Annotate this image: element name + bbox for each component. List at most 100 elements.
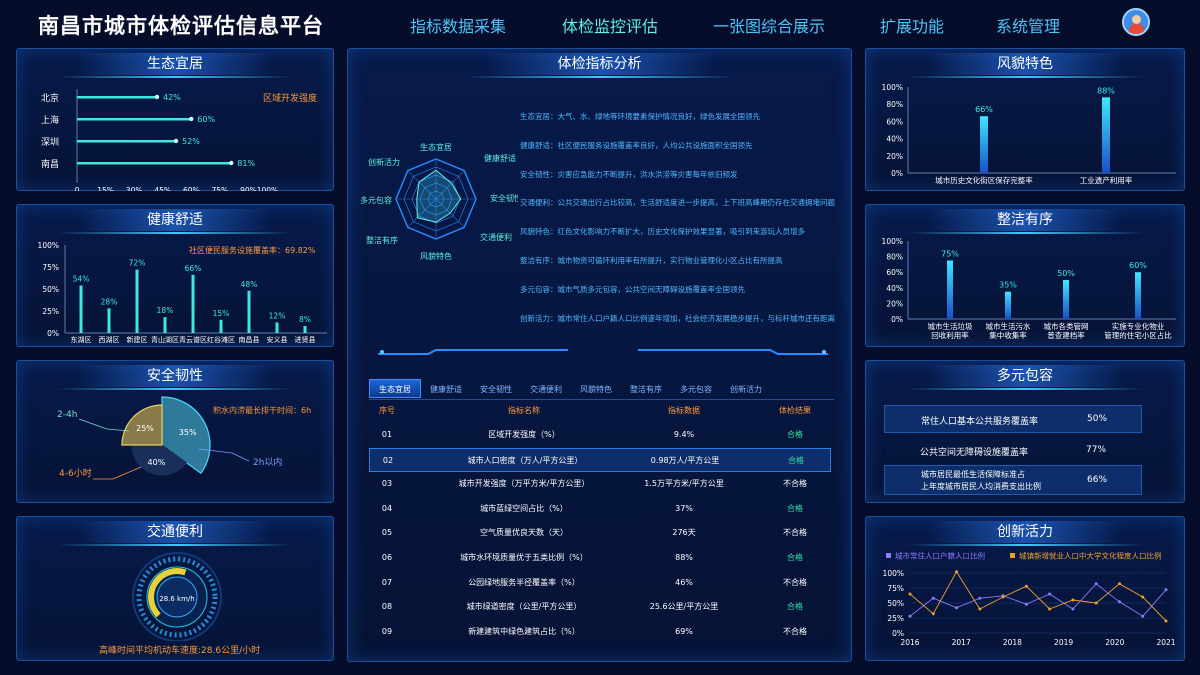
tick-label: 90% bbox=[240, 186, 257, 191]
analysis-item: 多元包容：城市气质多元包容，公共空间无障碍设施覆盖率全国领先 bbox=[520, 284, 745, 295]
table-cell: 城市蓝绿空间占比（%） bbox=[480, 503, 568, 513]
nav-item-system[interactable]: 系统管理 bbox=[996, 13, 1060, 37]
diverse-value: 50% bbox=[1087, 414, 1108, 424]
tick-label: 15% bbox=[97, 186, 114, 191]
eco-bar-chart: 北京 42% 上海 60% 深圳 52% 南昌 81% 0 15% 30% 45% 60% 75% 90% 1… bbox=[41, 89, 278, 191]
tick-label: 30% bbox=[126, 186, 143, 191]
value-label: 48% bbox=[241, 280, 258, 289]
tab-6[interactable]: 整洁有序 bbox=[621, 380, 671, 399]
leader-line bbox=[78, 418, 130, 432]
bar bbox=[275, 322, 279, 333]
value-label: 18% bbox=[157, 306, 174, 315]
bar-end-dot bbox=[154, 94, 160, 100]
tab-4[interactable]: 交通便利 bbox=[521, 380, 571, 399]
table-row[interactable]: 01 区域开发强度（%） 9.4% 合格 bbox=[369, 423, 831, 447]
table-cell: 城市人口密度（万人/平方公里） bbox=[467, 455, 583, 465]
decor-divider bbox=[378, 349, 828, 355]
series-point bbox=[955, 570, 959, 574]
tick-label: 0% bbox=[47, 329, 59, 338]
tab-3[interactable]: 安全韧性 bbox=[471, 380, 521, 399]
tab-7[interactable]: 多元包容 bbox=[671, 380, 721, 399]
value-label: 8% bbox=[299, 315, 311, 324]
category-label: 西湖区 bbox=[99, 335, 120, 344]
panel-innov: 创新活力 城市常住人口户籍人口比例 城镇新增就业人口中大学文化程度人口比例 100%… bbox=[865, 516, 1185, 661]
nav-item-data-collection[interactable]: 指标数据采集 bbox=[410, 13, 506, 37]
analysis-item: 创新活力：城市常住人口户籍人口比例逐年增加，社会经济发展稳步提升，与标杆城市还有… bbox=[520, 313, 835, 324]
category-label: 南昌 bbox=[41, 158, 59, 170]
tick-label: 75% bbox=[42, 263, 59, 272]
table-row[interactable]: 05 空气质量优良天数（天） 276天 不合格 bbox=[369, 521, 831, 545]
panel-title: 健康舒适 bbox=[57, 209, 293, 234]
nav-item-extensions[interactable]: 扩展功能 bbox=[880, 13, 944, 37]
table-row[interactable]: 03 城市开发强度（万平方米/平方公里） 1.5万平方米/平方公里 不合格 bbox=[369, 472, 831, 496]
health-bar-chart: 100% 75% 50% 25% 0% 54% 东湖区 28% 西湖区 72% 新建区 18% 青山湖区… bbox=[38, 241, 327, 344]
indicator-tabs: 生态宜居 健康舒适 安全韧性 交通便利 风貌特色 整洁有序 多元包容 创新活力 bbox=[369, 377, 834, 400]
series-point bbox=[1141, 595, 1145, 599]
table-cell: 0.98万人/平方公里 bbox=[650, 455, 720, 465]
category-label: 城市历史文化街区保存完整率 bbox=[935, 175, 1033, 185]
legend-swatch bbox=[886, 553, 891, 558]
table-row[interactable]: 02 城市人口密度（万人/平方公里） 0.98万人/平方公里 合格 bbox=[369, 447, 831, 472]
diverse-row: 公共空间无障碍设施覆盖率 77% bbox=[884, 439, 1142, 465]
table-row[interactable]: 04 城市蓝绿空间占比（%） 37% 合格 bbox=[369, 497, 831, 521]
tick-label: 50% bbox=[42, 285, 59, 294]
category-label: 深圳 bbox=[41, 137, 59, 148]
table-cell: 新建建筑中绿色建筑占比（%） bbox=[468, 626, 580, 636]
tab-8[interactable]: 创新活力 bbox=[721, 380, 771, 399]
panel-analysis: 体检指标分析 生态宜居健康舒适安全韧性交通便利风貌特色整洁有序多元包容创新活力 … bbox=[347, 48, 852, 662]
table-cell: 25.6公里/平方公里 bbox=[649, 602, 719, 612]
table-row[interactable]: 07 公园绿地服务半径覆盖率（%） 46% 不合格 bbox=[369, 571, 831, 595]
table-row[interactable]: 09 新建建筑中绿色建筑占比（%） 69% 不合格 bbox=[369, 620, 831, 644]
indicator-table: 序号 指标名称 指标数据 体检结果 01 区域开发强度（%） 9.4% 合格 02 城市人口密度（… bbox=[369, 399, 831, 649]
table-cell: 1.5万平方米/平方公里 bbox=[644, 479, 724, 489]
table-cell: 02 bbox=[382, 455, 394, 465]
style-bar-chart: 100% 80% 60% 40% 20% 0% 66% 城市历史文化街区保存完整率 88% 工业遗… bbox=[882, 83, 1176, 185]
tick-label: 45% bbox=[154, 186, 171, 191]
table-cell: 37% bbox=[675, 503, 693, 513]
bar bbox=[77, 118, 192, 121]
tab-1[interactable]: 生态宜居 bbox=[369, 379, 421, 398]
value-label: 81% bbox=[237, 159, 255, 168]
value-label: 75% bbox=[941, 250, 959, 259]
diverse-label: 上年度城市居民人均消费支出比例 bbox=[921, 482, 1041, 491]
user-avatar[interactable] bbox=[1122, 8, 1150, 36]
category-label: 上海 bbox=[41, 114, 59, 126]
category-label: 南昌县 bbox=[239, 335, 260, 344]
table-row[interactable]: 06 城市水环境质量优于五类比例（%） 88% 合格 bbox=[369, 546, 831, 570]
analysis-text: 城市物资可循环利用率有所提升，实行物业管理化小区占比有所提高 bbox=[557, 256, 783, 265]
radar-axis-label: 多元包容 bbox=[360, 195, 392, 205]
table-cell: 合格 bbox=[788, 455, 804, 465]
bar bbox=[303, 325, 307, 333]
nav-item-monitoring[interactable]: 体检监控评估 bbox=[562, 13, 658, 37]
table-row[interactable]: 08 城市绿道密度（公里/平方公里） 25.6公里/平方公里 合格 bbox=[369, 595, 831, 619]
table-cell: 区域开发强度（%） bbox=[488, 430, 560, 439]
panel-safety: 安全韧性 积水内涝最长排干时间：6h 35% 40% 25% 2-4h 2h以内 4-6小… bbox=[16, 360, 334, 503]
nav-item-map-display[interactable]: 一张图综合展示 bbox=[713, 13, 825, 37]
panel-order: 整洁有序 100% 80% 60% 40% 20% 0% 75% 城市生活垃圾 回收利用率 35%… bbox=[865, 204, 1185, 347]
leader-line bbox=[93, 466, 142, 480]
series-point bbox=[1117, 582, 1121, 586]
bar bbox=[77, 140, 177, 143]
tick-label: 100% bbox=[38, 241, 59, 250]
slice-percent: 40% bbox=[148, 458, 166, 467]
category-label: 红谷滩区 bbox=[207, 335, 235, 344]
tick-label: 0 bbox=[75, 186, 80, 191]
analysis-text: 公共交通出行占比较高，生活舒适度进一步提高，上下班高峰期仍存在交通拥堵问题 bbox=[557, 198, 836, 208]
legend-label: 城镇新增就业人口中大学文化程度人口比例 bbox=[1019, 551, 1162, 561]
series-point bbox=[955, 606, 959, 610]
table-cell: 46% bbox=[675, 577, 693, 587]
table-cell: 不合格 bbox=[783, 528, 807, 538]
tab-2[interactable]: 健康舒适 bbox=[421, 380, 471, 399]
analysis-key: 健康舒适： bbox=[520, 140, 558, 150]
tab-5[interactable]: 风貌特色 bbox=[571, 380, 621, 399]
analysis-item: 交通便利：公共交通出行占比较高，生活舒适度进一步提高，上下班高峰期仍存在交通拥堵… bbox=[520, 197, 835, 208]
diverse-row: 常住人口基本公共服务覆盖率 50% bbox=[884, 405, 1142, 433]
radar-chart: 生态宜居健康舒适安全韧性交通便利风貌特色 整洁有序 多元包容 创新活力 bbox=[360, 142, 518, 261]
bar bbox=[1102, 97, 1110, 173]
category-label: 北京 bbox=[41, 92, 59, 104]
analysis-key: 多元包容： bbox=[520, 284, 558, 294]
analysis-text: 城市气质多元包容，公共空间无障碍设施覆盖率全国领先 bbox=[557, 284, 746, 294]
tick-label: 25% bbox=[887, 614, 904, 623]
series-point bbox=[908, 592, 912, 596]
table-cell: 09 bbox=[381, 626, 393, 636]
